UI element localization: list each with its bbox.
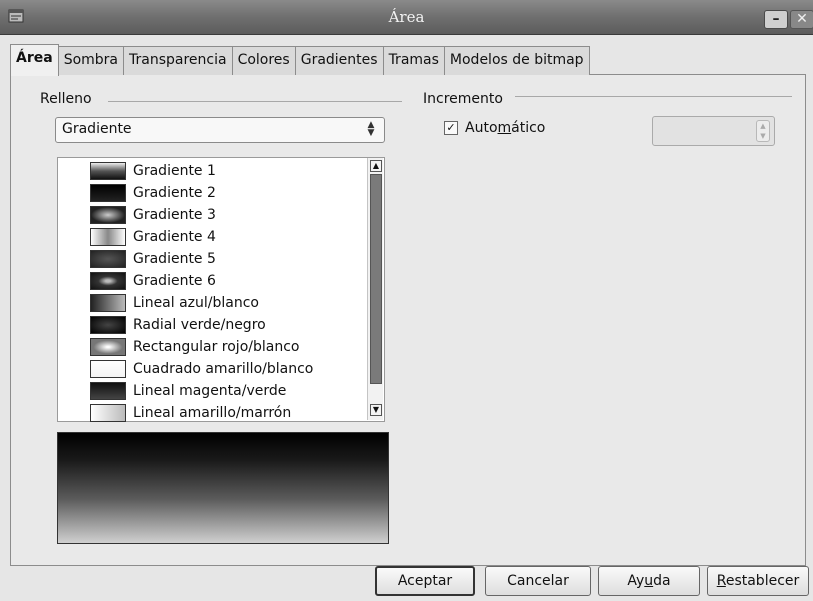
cancel-button[interactable]: Cancelar [485,566,591,596]
gradient-swatch [90,294,126,312]
tab-sombra[interactable]: Sombra [57,46,124,75]
close-button[interactable]: ✕ [790,10,813,29]
gradient-swatch [90,184,126,202]
tab-tramas[interactable]: Tramas [382,46,445,75]
gradient-label: Gradiente 2 [133,185,216,201]
gradient-preview [57,432,389,544]
gradient-label: Gradiente 1 [133,163,216,179]
scroll-down-icon[interactable]: ▼ [370,404,382,416]
gradient-label: Radial verde/negro [133,317,266,333]
gradient-swatch [90,206,126,224]
gradient-label: Rectangular rojo/blanco [133,339,300,355]
tab-gradientes[interactable]: Gradientes [294,46,384,75]
gradient-swatch [90,316,126,334]
tab-colores[interactable]: Colores [231,46,296,75]
scroll-up-icon[interactable]: ▲ [370,160,382,172]
gradient-list[interactable]: Gradiente 1 Gradiente 2 Gradiente 3 Grad… [57,157,385,422]
gradient-label: Gradiente 4 [133,229,216,245]
spin-arrows-icon: ▲ ▼ [756,120,770,142]
automatic-checkbox[interactable]: ✓ [444,121,458,135]
tab-modelos-bitmap[interactable]: Modelos de bitmap [443,46,590,75]
automatic-label: Automático [465,120,546,136]
gradient-label: Lineal magenta/verde [133,383,287,399]
increment-group-divider [515,96,792,97]
gradient-label: Lineal amarillo/marrón [133,405,292,421]
automatic-option[interactable]: ✓ Automático [444,120,545,136]
scroll-thumb[interactable] [370,174,382,384]
tab-area[interactable]: Área [10,44,59,76]
gradient-swatch [90,228,126,246]
gradient-swatch [90,250,126,268]
gradient-label: Gradiente 6 [133,273,216,289]
increment-group-label: Incremento [423,91,507,107]
tab-transparencia[interactable]: Transparencia [123,46,233,75]
reset-button[interactable]: Restablecer [707,566,809,596]
fill-type-value: Gradiente [62,121,132,137]
tab-bar: Área Sombra Transparencia Colores Gradie… [10,44,590,76]
gradient-swatch [90,338,126,356]
window-title: Área [388,8,425,26]
title-bar: Área – ✕ [0,0,813,35]
gradient-swatch [90,360,126,378]
ok-button[interactable]: Aceptar [375,566,475,596]
increment-spinbox: ▲ ▼ [652,116,775,146]
gradient-label: Gradiente 3 [133,207,216,223]
minimize-button[interactable]: – [764,10,788,29]
help-button[interactable]: Ayuda [598,566,700,596]
updown-arrows-icon: ▲ ▼ [367,120,375,138]
fill-group-divider [108,101,402,102]
gradient-list-scrollbar[interactable]: ▲ ▼ [367,158,383,420]
fill-group-label: Relleno [40,91,96,107]
gradient-swatch [90,272,126,290]
gradient-label: Gradiente 5 [133,251,216,267]
fill-type-select[interactable]: Gradiente ▲ ▼ [55,117,385,143]
gradient-label: Lineal azul/blanco [133,295,259,311]
gradient-swatch [90,404,126,422]
gradient-label: Cuadrado amarillo/blanco [133,361,314,377]
gradient-swatch [90,162,126,180]
gradient-swatch [90,382,126,400]
